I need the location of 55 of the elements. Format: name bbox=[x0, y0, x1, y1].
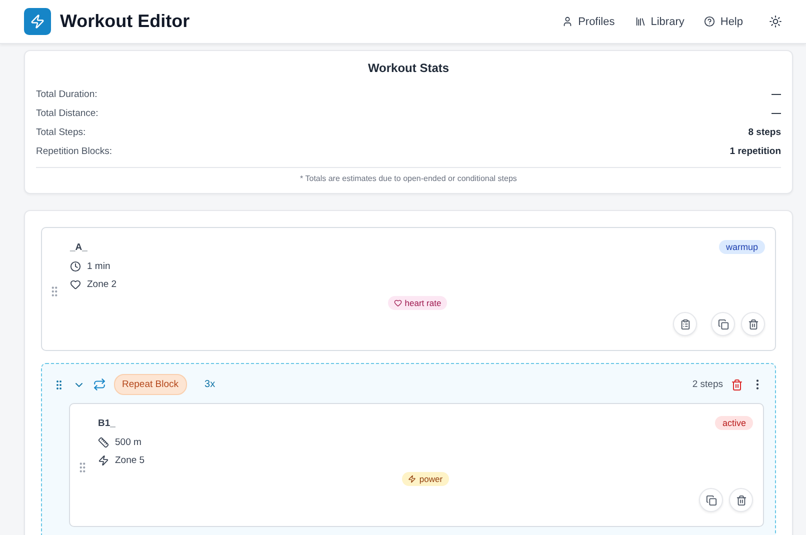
trash-icon bbox=[736, 494, 746, 506]
duplicate-button[interactable] bbox=[711, 312, 735, 336]
copy-icon bbox=[706, 494, 716, 506]
ruler-icon bbox=[98, 437, 109, 448]
nav-link[interactable]: Help bbox=[704, 16, 743, 28]
intensity-tag: warmup bbox=[718, 240, 765, 254]
trash-icon bbox=[748, 318, 758, 330]
intensity-tag: active bbox=[715, 416, 753, 430]
nav-label: Profiles bbox=[578, 16, 615, 28]
stat-value: 1 repetition bbox=[730, 146, 781, 157]
clipboard-icon bbox=[680, 318, 690, 330]
stat-label: Total Distance: bbox=[36, 108, 98, 119]
theme-toggle-button[interactable] bbox=[769, 15, 782, 28]
notes-button[interactable] bbox=[673, 312, 697, 336]
lightning-icon bbox=[98, 455, 109, 466]
copy-icon bbox=[718, 318, 728, 330]
nav-label: Help bbox=[720, 16, 743, 28]
stat-label: Repetition Blocks: bbox=[36, 146, 112, 157]
step-name: _A_ bbox=[70, 242, 88, 252]
stat-label: Total Duration: bbox=[36, 89, 98, 100]
stat-value: 8 steps bbox=[748, 127, 781, 138]
target-label: heart rate bbox=[404, 298, 442, 308]
step-metric: Zone 5 bbox=[115, 455, 145, 466]
delete-button[interactable] bbox=[731, 378, 743, 390]
delete-button[interactable] bbox=[741, 312, 765, 336]
duplicate-button[interactable] bbox=[699, 488, 723, 512]
step-metric: Zone 2 bbox=[87, 279, 117, 290]
nav-link[interactable]: Library bbox=[634, 16, 684, 28]
step-metric: 500 m bbox=[115, 437, 142, 448]
repeat-icon bbox=[93, 378, 106, 391]
lightning-icon bbox=[408, 475, 416, 483]
books-icon bbox=[634, 16, 646, 27]
stat-value: — bbox=[772, 108, 781, 119]
heart-icon bbox=[394, 299, 402, 307]
help-icon bbox=[704, 16, 716, 27]
stats-note: * Totals are estimates due to open-ended or conditional steps bbox=[36, 167, 781, 183]
lightning-icon bbox=[30, 14, 45, 29]
repeat-count[interactable]: 3x bbox=[204, 379, 216, 390]
nav-link[interactable]: Profiles bbox=[562, 16, 615, 28]
step-count: 2 steps bbox=[692, 379, 723, 390]
step-metric: 1 min bbox=[87, 261, 110, 272]
repeat-label: Repeat Block bbox=[114, 374, 187, 395]
delete-button[interactable] bbox=[729, 488, 753, 512]
nav-label: Library bbox=[650, 16, 684, 28]
user-icon bbox=[562, 16, 574, 27]
clock-icon bbox=[70, 261, 81, 272]
stat-value: — bbox=[772, 89, 781, 100]
sun-icon bbox=[769, 15, 782, 28]
app-title: Workout Editor bbox=[60, 11, 190, 32]
trash-icon bbox=[731, 378, 743, 390]
target-label: power bbox=[419, 474, 443, 484]
heart-icon bbox=[70, 279, 81, 290]
stat-label: Total Steps: bbox=[36, 127, 86, 138]
step-name: B1_ bbox=[98, 418, 116, 428]
stats-title: Workout Stats bbox=[366, 61, 450, 75]
